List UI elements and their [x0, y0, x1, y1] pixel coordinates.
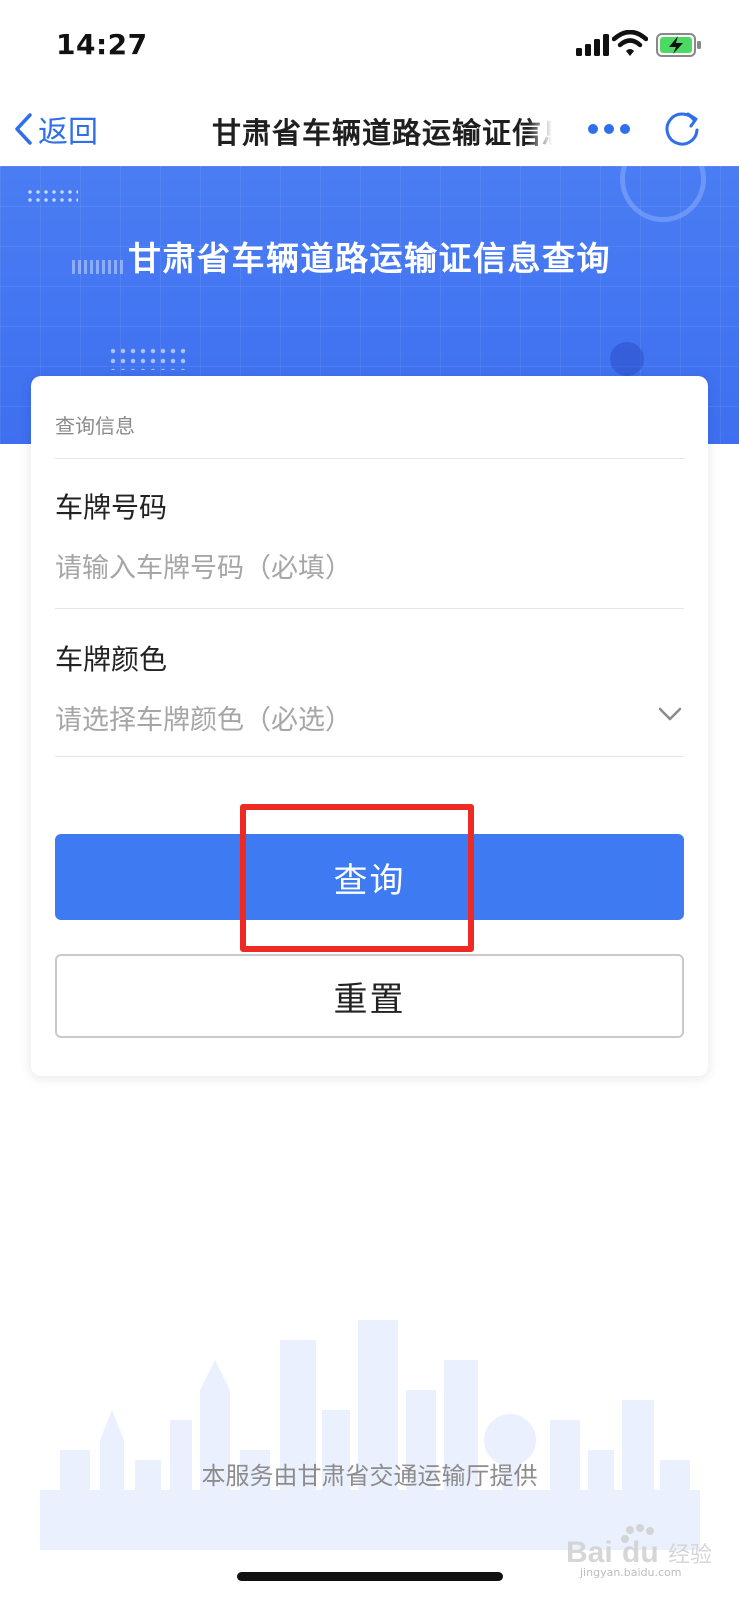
- banner-dots-decoration: [26, 188, 78, 206]
- chevron-down-icon: [658, 707, 682, 721]
- svg-text:Bai: Bai: [566, 1536, 613, 1569]
- plate-color-label: 车牌颜色: [55, 643, 168, 676]
- divider: [55, 756, 684, 757]
- plate-color-placeholder: 请选择车牌颜色（必选）: [55, 704, 352, 736]
- status-time: 14:27: [56, 28, 148, 61]
- battery-charging-icon: [656, 33, 701, 57]
- banner-dots-decoration: [108, 346, 188, 370]
- reset-button[interactable]: 重置: [55, 954, 684, 1038]
- city-skyline-illustration: [40, 1320, 700, 1550]
- more-icon[interactable]: [586, 114, 632, 144]
- chevron-left-icon: [15, 113, 32, 145]
- query-button[interactable]: 查询: [55, 834, 684, 920]
- status-bar: 14:27: [0, 0, 739, 92]
- svg-text:经验: 经验: [668, 1543, 712, 1568]
- back-label: 返回: [38, 115, 98, 150]
- nav-bar: 返回 甘肃省车辆道路运输证信息查询: [0, 92, 739, 166]
- divider: [55, 458, 684, 459]
- back-button[interactable]: 返回: [12, 106, 98, 152]
- plate-number-input[interactable]: [55, 548, 615, 588]
- home-indicator[interactable]: [237, 1572, 503, 1581]
- cellular-signal-icon: [576, 34, 609, 56]
- svg-text:du: du: [622, 1536, 659, 1569]
- wifi-icon: [612, 30, 648, 56]
- banner-title: 甘肃省车辆道路运输证信息查询: [128, 239, 611, 278]
- plate-number-label: 车牌号码: [55, 491, 168, 524]
- divider: [55, 608, 684, 609]
- refresh-icon[interactable]: [662, 108, 702, 148]
- page-title: 甘肃省车辆道路运输证信息查询: [212, 116, 552, 150]
- watermark-url: jingyan.baidu.com: [580, 1566, 682, 1579]
- section-label: 查询信息: [55, 414, 135, 438]
- footer-provider-text: 本服务由甘肃省交通运输厅提供: [201, 1462, 538, 1490]
- query-form-card: 查询信息 车牌号码 车牌颜色 请选择车牌颜色（必选） 查询 重置: [31, 376, 708, 1076]
- plate-color-select[interactable]: 请选择车牌颜色（必选）: [55, 694, 684, 740]
- banner-dot-decoration: [610, 342, 644, 376]
